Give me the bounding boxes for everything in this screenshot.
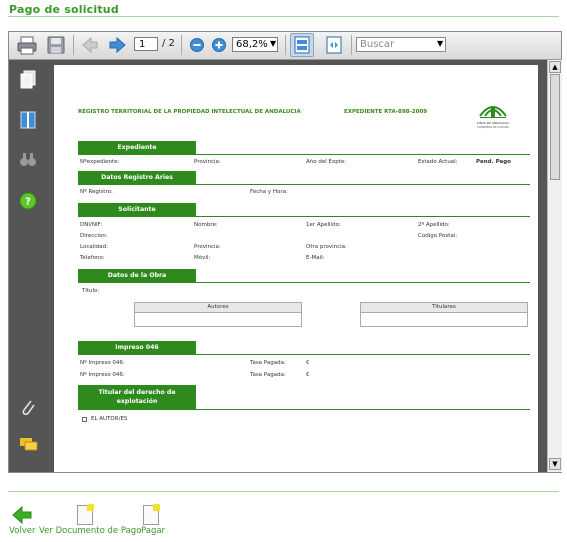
label-provincia: Provincia:	[194, 159, 221, 165]
section-line	[78, 154, 530, 155]
label-apellido1: 1er Apellido:	[306, 222, 341, 228]
autores-table: Autores	[134, 302, 302, 327]
toolbar-separator	[285, 35, 286, 55]
comments-icon[interactable]	[19, 436, 39, 454]
section-titular: Titular del derecho de explotación	[78, 385, 196, 409]
label-ano-expte: Año del Expte:	[306, 159, 347, 165]
label-nombre: Nombre:	[194, 222, 218, 228]
scrollbar-thumb[interactable]	[550, 74, 560, 180]
label-fecha-hora: Fecha y Hora:	[250, 189, 288, 195]
page-title: Pago de solicitud	[9, 3, 119, 16]
zoom-out-icon[interactable]	[189, 35, 205, 55]
label-n-registro: Nº Registro:	[80, 189, 113, 195]
section-expediente: Expediente	[78, 141, 196, 154]
previous-page-icon[interactable]	[81, 35, 99, 55]
label-apellido2: 2º Apellido:	[418, 222, 450, 228]
section-line	[78, 282, 530, 283]
section-impreso: Impreso 046	[78, 341, 196, 354]
page-number-input[interactable]: 1	[134, 37, 158, 51]
logo-subtext: CONSEJERIA DE CULTURA	[477, 125, 509, 129]
label-titulo: Título:	[82, 288, 100, 294]
svg-text:?: ?	[25, 197, 31, 208]
junta-andalucia-logo: JUNTA DE ANDALUCIA CONSEJERIA DE CULTURA	[476, 106, 510, 129]
titulares-table: Titulares	[360, 302, 528, 327]
volver-button[interactable]: Volver	[9, 526, 35, 536]
pages-icon[interactable]	[19, 70, 37, 90]
page-total: / 2	[162, 38, 175, 49]
chevron-down-icon[interactable]: ▼	[437, 39, 443, 48]
fit-page-button[interactable]	[290, 33, 314, 57]
label-email: E-Mail:	[306, 255, 325, 261]
euro1: €	[306, 360, 310, 366]
label-localidad: Localidad:	[80, 244, 108, 250]
actions-divider	[8, 491, 559, 492]
label-movil: Móvil:	[194, 255, 211, 261]
section-line	[78, 184, 530, 185]
pdf-toolbar: 1 / 2 68,2% ▼ Buscar ▼	[9, 32, 561, 60]
toolbar-separator	[351, 35, 352, 55]
label-dni: DNI/NIF:	[80, 222, 103, 228]
zoom-in-icon[interactable]	[211, 35, 227, 55]
label-impreso2: Nº Impreso 046:	[80, 372, 125, 378]
print-icon[interactable]	[16, 35, 38, 55]
toolbar-separator	[73, 35, 74, 55]
label-tasa2: Tasa Pagada:	[250, 372, 286, 378]
search-input[interactable]: Buscar	[356, 37, 446, 52]
pdf-viewer: 1 / 2 68,2% ▼ Buscar ▼ ? REGISTRO TERRIT…	[8, 31, 562, 473]
registry-title: REGISTRO TERRITORIAL DE LA PROPIEDAD INT…	[78, 109, 301, 115]
title-divider	[8, 16, 559, 17]
ver-documento-button[interactable]: Ver Documento de Pago	[39, 526, 141, 536]
document-canvas[interactable]: REGISTRO TERRITORIAL DE LA PROPIEDAD INT…	[46, 60, 547, 472]
paperclip-icon[interactable]	[19, 398, 37, 418]
el-autor-checkbox[interactable]	[82, 417, 87, 422]
label-tasa1: Tasa Pagada:	[250, 360, 286, 366]
pay-document-icon[interactable]	[143, 504, 160, 525]
label-estado-actual: Estado Actual:	[418, 159, 458, 165]
toolbar-separator	[181, 35, 182, 55]
section-registro-aries: Datos Registro Aries	[78, 171, 196, 184]
fit-width-icon[interactable]	[323, 35, 345, 55]
label-el-autor: EL AUTOR/ES	[91, 416, 128, 422]
logo-text: JUNTA DE ANDALUCIA	[476, 121, 510, 125]
binoculars-icon[interactable]	[19, 150, 37, 170]
label-direccion: Direccion:	[80, 233, 108, 239]
scroll-down-icon[interactable]: ▼	[549, 458, 561, 470]
chevron-down-icon[interactable]: ▼	[270, 39, 276, 48]
next-page-icon[interactable]	[107, 35, 127, 55]
fit-page-icon	[294, 36, 310, 54]
save-icon[interactable]	[46, 35, 66, 55]
help-icon[interactable]: ?	[19, 192, 37, 210]
document-page: REGISTRO TERRITORIAL DE LA PROPIEDAD INT…	[54, 65, 538, 472]
section-obra: Datos de la Obra	[78, 269, 196, 282]
pagar-button[interactable]: Pagar	[141, 526, 165, 536]
document-icon[interactable]	[77, 504, 94, 525]
titulares-header: Titulares	[361, 303, 527, 313]
section-line	[78, 216, 530, 217]
label-provincia2: Provincia:	[194, 244, 221, 250]
expediente-code: EXPEDIENTE RTA-898-2009	[344, 109, 428, 115]
scroll-up-icon[interactable]: ▲	[549, 61, 561, 73]
back-arrow-icon[interactable]	[12, 506, 32, 524]
autores-header: Autores	[135, 303, 301, 313]
label-otra-provincia: Otra provincia:	[306, 244, 347, 250]
label-n-expediente: Nºexpediente:	[80, 159, 120, 165]
euro2: €	[306, 372, 310, 378]
vertical-scrollbar[interactable]: ▲ ▼	[547, 60, 562, 472]
label-impreso1: Nº Impreso 046:	[80, 360, 125, 366]
bookmarks-icon[interactable]	[19, 110, 37, 130]
viewer-sidebar: ?	[9, 60, 46, 472]
section-solicitante: Solicitante	[78, 203, 196, 216]
value-estado: Pend. Pago	[476, 159, 511, 165]
label-telefono: Telefono:	[80, 255, 105, 261]
section-line	[78, 354, 530, 355]
section-line	[78, 409, 530, 410]
label-codigo-postal: Codigo Postal:	[418, 233, 458, 239]
